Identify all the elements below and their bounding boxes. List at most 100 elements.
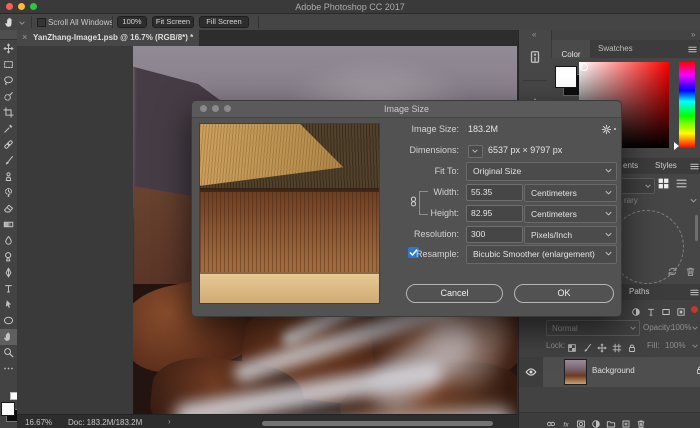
- color-picker-marker[interactable]: [580, 63, 588, 71]
- rect-icon[interactable]: [661, 307, 671, 317]
- checker-icon[interactable]: [567, 343, 577, 353]
- status-expander-icon[interactable]: ›: [168, 417, 171, 426]
- tool-crop[interactable]: [0, 105, 17, 121]
- smart-icon[interactable]: [676, 307, 686, 317]
- height-label: Height:: [342, 208, 459, 218]
- blend-mode-dropdown[interactable]: Normal: [546, 320, 640, 336]
- tool-eyedropper[interactable]: [0, 121, 17, 137]
- artboard-icon[interactable]: [612, 343, 622, 353]
- layer-row-background[interactable]: Background: [543, 357, 700, 387]
- folder-icon[interactable]: [606, 419, 616, 428]
- tool-blur[interactable]: [0, 233, 17, 249]
- zoom-100-button[interactable]: 100%: [117, 16, 147, 28]
- tool-move[interactable]: [0, 41, 17, 57]
- separator: [258, 16, 259, 28]
- chevron-down-icon[interactable]: [691, 324, 699, 332]
- tool-type[interactable]: [0, 281, 17, 297]
- expand-panels-icon[interactable]: «: [532, 30, 536, 39]
- tab-adjustments[interactable]: ents: [623, 161, 638, 170]
- horizontal-scrollbar[interactable]: [262, 421, 493, 426]
- hue-slider[interactable]: [679, 62, 695, 148]
- tool-brush[interactable]: [0, 153, 17, 169]
- width-unit-dropdown[interactable]: Centimeters: [524, 184, 617, 202]
- clone-stamp-icon: [3, 171, 14, 182]
- lock-options-row: [567, 340, 642, 358]
- resolution-input[interactable]: 300: [466, 226, 523, 243]
- tool-hand[interactable]: [0, 329, 17, 345]
- tab-paths[interactable]: Paths: [629, 287, 649, 296]
- tool-healing[interactable]: [0, 137, 17, 153]
- list-view-icon[interactable]: [675, 177, 688, 190]
- foreground-color-swatch[interactable]: [555, 66, 577, 88]
- adjust-icon[interactable]: [631, 307, 641, 317]
- more-icon: [3, 363, 14, 374]
- gradient-icon: [3, 219, 14, 230]
- close-tab-icon[interactable]: ×: [22, 32, 27, 42]
- tools-panel-header[interactable]: [0, 30, 17, 40]
- panel-menu-icon[interactable]: [689, 287, 700, 298]
- tool-marquee[interactable]: [0, 57, 17, 73]
- tool-zoom[interactable]: [0, 345, 17, 361]
- move-icon[interactable]: [597, 343, 607, 353]
- document-tab[interactable]: × YanZhang-Image1.psb @ 16.7% (RGB/8*) *: [17, 30, 199, 46]
- dialog-title-bar[interactable]: Image Size: [192, 101, 621, 118]
- chevron-down-icon[interactable]: [689, 196, 698, 205]
- layer-thumbnail[interactable]: [565, 360, 586, 384]
- gear-icon[interactable]: [601, 124, 612, 135]
- cancel-button[interactable]: Cancel: [406, 284, 503, 303]
- mask-icon[interactable]: [576, 419, 586, 428]
- type-icon[interactable]: [646, 307, 656, 317]
- chevron-down-icon[interactable]: [691, 342, 699, 350]
- opacity-value[interactable]: 100%: [671, 323, 691, 332]
- tool-gradient[interactable]: [0, 217, 17, 233]
- fit-screen-button[interactable]: Fit Screen: [152, 16, 194, 28]
- collapse-panels-icon[interactable]: »: [691, 30, 695, 39]
- trash-icon[interactable]: [636, 419, 646, 428]
- lock-icon[interactable]: [627, 343, 637, 353]
- layer-filter-toggle[interactable]: [691, 306, 698, 313]
- tool-path-select[interactable]: [0, 297, 17, 313]
- panel-scrollbar[interactable]: [695, 215, 698, 241]
- chevron-down-icon: [604, 230, 613, 239]
- height-unit-dropdown[interactable]: Centimeters: [524, 205, 617, 223]
- grid-view-icon[interactable]: [657, 177, 670, 190]
- dimensions-unit-dropdown[interactable]: [468, 145, 483, 158]
- layer-name[interactable]: Background: [592, 366, 635, 375]
- new-layer-icon[interactable]: [621, 419, 631, 428]
- tool-lasso[interactable]: [0, 73, 17, 89]
- panel-menu-icon[interactable]: [689, 161, 700, 172]
- brush-icon[interactable]: [582, 343, 592, 353]
- fit-to-dropdown[interactable]: Original Size: [466, 162, 617, 181]
- trash-icon[interactable]: [685, 266, 696, 277]
- eye-icon[interactable]: [525, 366, 537, 378]
- link-icon[interactable]: [546, 419, 556, 428]
- tool-dodge[interactable]: [0, 249, 17, 265]
- panel-menu-icon[interactable]: [687, 44, 698, 55]
- resample-method-dropdown[interactable]: Bicubic Smoother (enlargement): [466, 245, 617, 264]
- ok-button[interactable]: OK: [514, 284, 614, 303]
- properties-panel-icon[interactable]: [528, 50, 542, 64]
- tool-eraser[interactable]: [0, 201, 17, 217]
- hue-slider-arrow-icon[interactable]: [674, 142, 679, 150]
- tab-styles[interactable]: Styles: [655, 161, 677, 170]
- tool-quick-select[interactable]: [0, 89, 17, 105]
- zoom-level-field[interactable]: 16.67%: [25, 418, 52, 427]
- tool-pen[interactable]: [0, 265, 17, 281]
- scroll-all-windows-checkbox[interactable]: [37, 18, 46, 27]
- tab-swatches[interactable]: Swatches: [598, 44, 633, 53]
- tool-clone-stamp[interactable]: [0, 169, 17, 185]
- tool-shape[interactable]: [0, 313, 17, 329]
- tab-color[interactable]: Color: [552, 40, 590, 58]
- sync-icon[interactable]: [667, 266, 678, 277]
- fill-screen-button[interactable]: Fill Screen: [199, 16, 249, 28]
- fill-value[interactable]: 100%: [665, 341, 685, 350]
- tool-more[interactable]: [0, 361, 17, 377]
- fx-icon[interactable]: fx: [561, 419, 571, 428]
- resolution-unit-dropdown[interactable]: Pixels/Inch: [524, 226, 617, 244]
- adjust-icon[interactable]: [591, 419, 601, 428]
- height-input[interactable]: 82.95: [466, 205, 523, 222]
- tool-history-brush[interactable]: [0, 185, 17, 201]
- foreground-color-swatch[interactable]: [1, 402, 15, 416]
- chevron-down-icon[interactable]: [18, 19, 26, 27]
- width-input[interactable]: 55.35: [466, 184, 523, 201]
